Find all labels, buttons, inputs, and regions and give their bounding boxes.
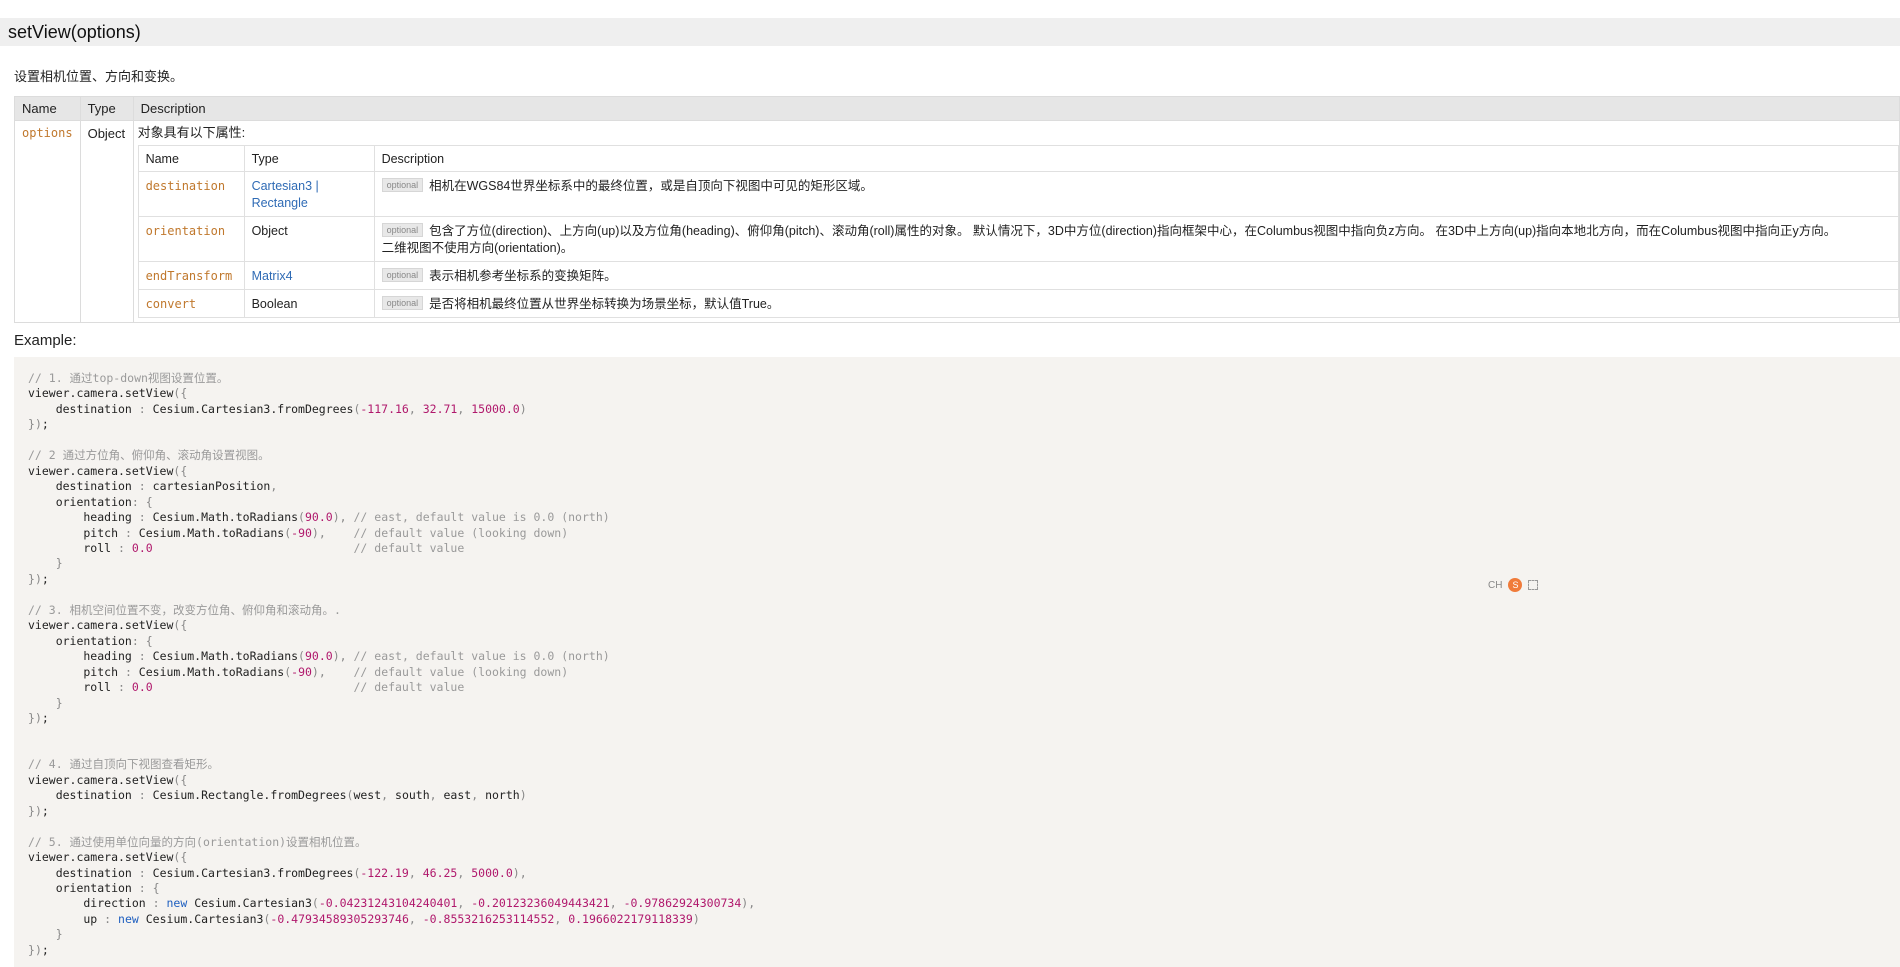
code-line: } bbox=[55, 927, 63, 942]
property-name: endTransform bbox=[137, 261, 245, 290]
code-line: // 1. 通过top-down视图设置位置。 bbox=[28, 371, 229, 385]
param-type: Object bbox=[79, 120, 134, 323]
expand-icon[interactable] bbox=[1528, 580, 1539, 590]
code-line: }); bbox=[28, 571, 49, 586]
header-type: Type bbox=[79, 96, 134, 121]
optional-badge: optional bbox=[381, 268, 424, 282]
code-line: destination : Cesium.Cartesian3.fromDegr… bbox=[28, 865, 527, 880]
sub-header-type: Type bbox=[243, 145, 375, 172]
code-line: }); bbox=[28, 942, 49, 957]
property-description-line2: 二维视图不使用方向(orientation)。 bbox=[381, 241, 574, 255]
param-row-options: options Object 对象具有以下属性: Name Type Descr… bbox=[14, 120, 1900, 323]
optional-badge: optional bbox=[381, 223, 424, 237]
property-type: Boolean bbox=[243, 289, 375, 318]
property-description: 相机在WGS84世界坐标系中的最终位置，或是自顶向下视图中可见的矩形区域。 bbox=[429, 179, 873, 193]
property-name: orientation bbox=[137, 216, 245, 262]
method-description: 设置相机位置、方向和变换。 bbox=[14, 69, 184, 84]
code-line: }); bbox=[28, 417, 49, 432]
code-line: pitch : Cesium.Math.toRadians(-90), // d… bbox=[28, 525, 569, 540]
code-line: heading : Cesium.Math.toRadians(90.0), /… bbox=[28, 510, 610, 525]
code-line: direction : new Cesium.Cartesian3(-0.042… bbox=[28, 896, 756, 911]
code-line: } bbox=[55, 556, 63, 571]
language-label[interactable]: CH bbox=[1488, 580, 1502, 591]
floating-toolbar: CH S bbox=[1488, 578, 1539, 592]
properties-table: Name Type Description destination Cartes… bbox=[137, 145, 1900, 318]
params-table: Name Type Description options Object 对象具… bbox=[14, 96, 1900, 323]
sub-header-description: Description bbox=[373, 145, 1900, 172]
header-description: Description bbox=[132, 96, 1900, 121]
optional-badge: optional bbox=[381, 178, 424, 192]
type-link-matrix4[interactable]: Matrix4 bbox=[243, 261, 375, 290]
example-code-block[interactable]: // 1. 通过top-down视图设置位置。 viewer.camera.se… bbox=[14, 357, 1900, 967]
property-name: convert bbox=[137, 289, 245, 318]
code-line: // 2 通过方位角、俯仰角、滚动角设置视图。 bbox=[28, 448, 270, 463]
properties-header-row: Name Type Description bbox=[137, 145, 1900, 172]
property-description: 包含了方位(direction)、上方向(up)以及方位角(heading)、俯… bbox=[429, 224, 1837, 238]
param-name: options bbox=[14, 120, 81, 323]
code-line: roll : 0.0 // default value bbox=[28, 540, 465, 555]
method-signature: setView(options) bbox=[0, 18, 1900, 46]
property-row: endTransform Matrix4 optional 表示相机参考坐标系的变… bbox=[137, 261, 1900, 290]
code-line: destination : cartesianPosition, bbox=[28, 479, 278, 494]
code-line: viewer.camera.setView({ bbox=[28, 618, 188, 633]
sub-header-name: Name bbox=[137, 145, 245, 172]
code-line: viewer.camera.setView({ bbox=[28, 463, 188, 478]
code-line: viewer.camera.setView({ bbox=[28, 772, 188, 787]
property-description: 表示相机参考坐标系的变换矩阵。 bbox=[429, 269, 617, 283]
property-name: destination bbox=[137, 171, 245, 217]
code-line: heading : Cesium.Math.toRadians(90.0), /… bbox=[28, 649, 610, 664]
property-row: destination Cartesian3 | Rectangle optio… bbox=[137, 171, 1900, 217]
code-line: viewer.camera.setView({ bbox=[28, 386, 188, 401]
code-line: // 4. 通过自顶向下视图查看矩形。 bbox=[28, 757, 220, 772]
params-header-row: Name Type Description bbox=[14, 96, 1900, 121]
property-row: orientation Object optional 包含了方位(directi… bbox=[137, 216, 1900, 262]
code-line: destination : Cesium.Rectangle.fromDegre… bbox=[28, 788, 527, 803]
property-row: convert Boolean optional 是否将相机最终位置从世界坐标转换… bbox=[137, 289, 1900, 318]
code-line: }); bbox=[28, 803, 49, 818]
header-name: Name bbox=[14, 96, 81, 121]
code-line: // 3. 相机空间位置不变，改变方位角、俯仰角和滚动角。. bbox=[28, 602, 341, 617]
property-type: Object bbox=[243, 216, 375, 262]
sogou-s-icon[interactable]: S bbox=[1508, 578, 1523, 592]
code-line: orientation : { bbox=[28, 880, 160, 895]
example-label: Example: bbox=[14, 332, 77, 349]
code-line: orientation: { bbox=[28, 633, 153, 648]
code-line: up : new Cesium.Cartesian3(-0.4793458930… bbox=[28, 911, 700, 926]
code-line: roll : 0.0 // default value bbox=[28, 680, 465, 695]
type-link-rectangle[interactable]: Rectangle bbox=[252, 195, 367, 212]
code-line: destination : Cesium.Cartesian3.fromDegr… bbox=[28, 401, 527, 416]
code-line: // 5. 通过使用单位向量的方向(orientation)设置相机位置。 bbox=[28, 834, 367, 849]
code-line: pitch : Cesium.Math.toRadians(-90), // d… bbox=[28, 664, 569, 679]
code-line: }); bbox=[28, 710, 49, 725]
code-line: orientation: { bbox=[28, 494, 153, 509]
property-description: 是否将相机最终位置从世界坐标转换为场景坐标，默认值True。 bbox=[429, 297, 780, 311]
param-intro: 对象具有以下属性: bbox=[137, 125, 246, 140]
type-link-cartesian3[interactable]: Cartesian3 | bbox=[252, 178, 367, 195]
code-line: viewer.camera.setView({ bbox=[28, 850, 188, 865]
optional-badge: optional bbox=[381, 296, 424, 310]
code-line: } bbox=[55, 695, 63, 710]
